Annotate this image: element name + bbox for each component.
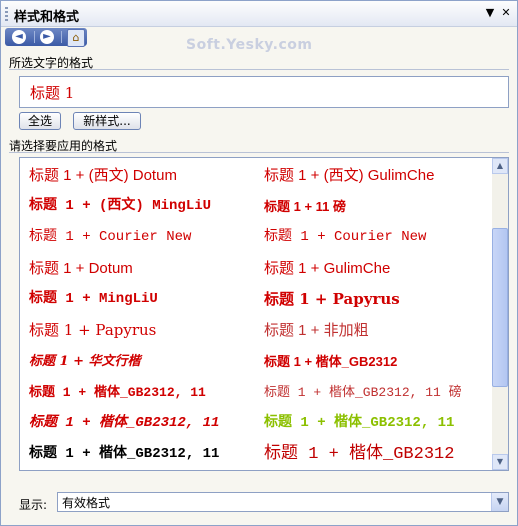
show-label: 显示:	[19, 498, 48, 512]
section-divider	[9, 69, 509, 70]
format-item[interactable]: 标题 1 + 非加粗	[264, 315, 490, 346]
home-icon[interactable]: ⌂	[67, 29, 85, 47]
nav-separator	[34, 31, 35, 43]
format-item[interactable]: 标题 1 + Dotum	[29, 253, 254, 284]
select-all-button[interactable]: 全选	[19, 112, 61, 130]
chevron-down-icon[interactable]: ▼	[491, 493, 508, 511]
format-item[interactable]: 标题 1 + 楷体_GB2312, 11	[29, 408, 254, 439]
format-item[interactable]: 标题 1 + 华文行楷	[29, 346, 254, 377]
nav-button-group: ◄ ► ⌂	[5, 28, 87, 47]
format-item[interactable]: 标题 1 + MingLiU	[29, 284, 254, 315]
pane-titlebar: 样式和格式 ▼ ✕	[1, 1, 517, 27]
section-divider	[9, 152, 509, 153]
format-item[interactable]: 标题 1 + (西文) GulimChe	[264, 160, 490, 191]
format-list: 标题 1 + (西文) Dotum 标题 1 + (西文) GulimChe 标…	[19, 157, 509, 471]
list-row: 标题 1 + Papyrus 标题 1 + 非加粗	[20, 315, 492, 346]
format-item[interactable]: 标题 1 + 楷体_GB2312, 11	[29, 377, 254, 408]
close-icon[interactable]: ✕	[499, 6, 513, 20]
format-item[interactable]: 标题 1 + 楷体_GB2312, 11	[29, 439, 254, 470]
show-filter-select[interactable]: 有效格式 ▼	[57, 492, 509, 512]
pane-menu-dropdown-icon[interactable]: ▼	[483, 6, 497, 20]
list-row: 标题 1 + 楷体_GB2312, 11 标题 1 + 楷体_GB2312, 1…	[20, 408, 492, 439]
list-row: 标题 1 + (西文) Dotum 标题 1 + (西文) GulimChe	[20, 160, 492, 191]
vertical-scrollbar[interactable]: ▲ ▼	[492, 158, 508, 470]
format-item[interactable]: 标题 1 + Courier New	[264, 222, 490, 253]
watermark: Soft.Yesky.com	[186, 37, 313, 53]
list-row: 标题 1 + Dotum 标题 1 + GulimChe	[20, 253, 492, 284]
list-row: 标题 1 + (西文) MingLiU 标题 1 + 11 磅	[20, 191, 492, 222]
nav-separator	[61, 31, 62, 43]
new-style-button[interactable]: 新样式...	[73, 112, 141, 130]
show-filter-value: 有效格式	[62, 496, 111, 510]
list-row: 标题 1 + Courier New 标题 1 + Courier New	[20, 222, 492, 253]
format-item[interactable]: 标题 1 + 楷体_GB2312, 11 磅	[264, 377, 490, 408]
list-row: 标题 1 + 楷体_GB2312, 11 标题 1 + 楷体_GB2312	[20, 439, 492, 470]
selected-format-value: 标题 1	[30, 84, 75, 102]
scroll-up-icon[interactable]: ▲	[492, 158, 508, 174]
format-item[interactable]: 标题 1 + (西文) Dotum	[29, 160, 254, 191]
scrollbar-thumb[interactable]	[492, 228, 508, 387]
forward-icon[interactable]: ►	[40, 30, 54, 44]
pane-title: 样式和格式	[14, 10, 80, 25]
format-item[interactable]: 标题 1 + 11 磅	[264, 191, 490, 222]
selected-format-box: 标题 1	[19, 76, 509, 108]
format-item[interactable]: 标题 1 + (西文) MingLiU	[29, 191, 254, 222]
format-item[interactable]: 标题 1 + 楷体_GB2312, 11	[264, 408, 490, 439]
format-item[interactable]: 标题 1 + 楷体_GB2312	[264, 439, 490, 470]
format-item[interactable]: 标题 1 + GulimChe	[264, 253, 490, 284]
list-row: 标题 1 + 华文行楷 标题 1 + 楷体_GB2312	[20, 346, 492, 377]
back-icon[interactable]: ◄	[12, 30, 26, 44]
format-item[interactable]: 标题 1 + Papyrus	[264, 284, 490, 315]
format-item[interactable]: 标题 1 + Papyrus	[29, 315, 254, 346]
list-row: 标题 1 + MingLiU 标题 1 + Papyrus	[20, 284, 492, 315]
format-item[interactable]: 标题 1 + 楷体_GB2312	[264, 346, 490, 377]
scroll-down-icon[interactable]: ▼	[492, 454, 508, 470]
styles-and-formatting-pane: 样式和格式 ▼ ✕ ◄ ► ⌂ Soft.Yesky.com 所选文字的格式 标…	[0, 0, 518, 526]
list-row: 标题 1 + 楷体_GB2312, 11 标题 1 + 楷体_GB2312, 1…	[20, 377, 492, 408]
drag-grip-icon[interactable]	[5, 7, 8, 21]
format-item[interactable]: 标题 1 + Courier New	[29, 222, 254, 253]
